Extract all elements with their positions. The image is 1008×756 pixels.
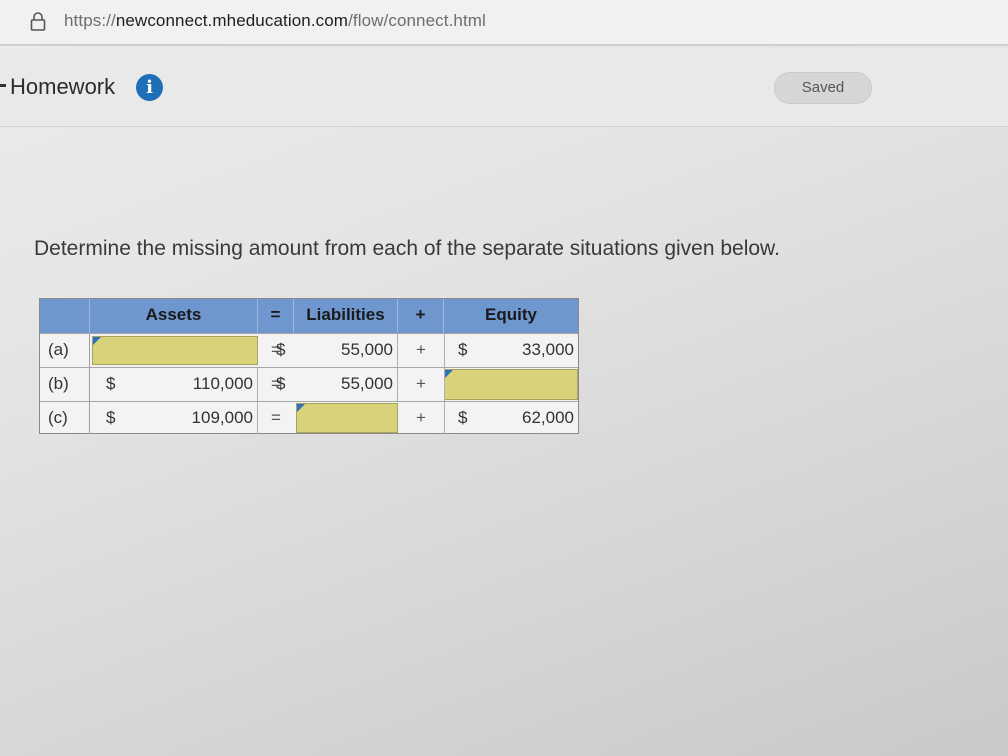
header-liabilities: Liabilities (294, 299, 398, 333)
equals-sign: = (271, 408, 281, 427)
assets-dollar: $ (106, 374, 116, 393)
back-arrow-icon[interactable] (0, 84, 6, 87)
saved-button[interactable]: Saved (774, 72, 872, 104)
assets-value-b: 110,000 (126, 368, 258, 401)
page-title: Homework (10, 74, 116, 99)
accounting-equation-table: Assets = Liabilities + Equity (a) = $ 55… (39, 298, 579, 434)
assets-value-c: 109,000 (126, 402, 258, 434)
url-scheme: https:// (64, 11, 116, 30)
header-assets: Assets (90, 299, 258, 333)
url-host: newconnect.mheducation.com (115, 11, 349, 30)
input-flag-icon (445, 370, 453, 378)
assets-input-a[interactable] (92, 336, 258, 365)
lock-icon (30, 12, 46, 31)
input-flag-icon (93, 337, 101, 345)
liabilities-value-b: 55,000 (296, 368, 398, 401)
row-label-a: (a) (40, 334, 90, 367)
equity-input-b[interactable] (444, 369, 578, 400)
assets-dollar: $ (106, 408, 116, 427)
screen: https://newconnect.mheducation.com/flow/… (0, 0, 1008, 756)
plus-sign: + (416, 340, 426, 359)
equity-dollar: $ (458, 340, 468, 359)
equity-value-a: 33,000 (522, 340, 574, 359)
column-divider (444, 333, 445, 433)
url-path: /flow/connect.html (348, 11, 486, 30)
question-prompt: Determine the missing amount from each o… (34, 237, 780, 260)
liabilities-dollar: $ (276, 374, 286, 393)
header-equals: = (258, 299, 294, 333)
equity-dollar: $ (458, 408, 468, 427)
header-blank (40, 299, 90, 333)
row-label-c: (c) (40, 402, 90, 434)
browser-url-bar[interactable]: https://newconnect.mheducation.com/flow/… (0, 0, 1008, 46)
liabilities-value-a: 55,000 (296, 334, 398, 367)
input-flag-icon (297, 404, 305, 412)
row-label-b: (b) (40, 368, 90, 401)
header-plus: + (398, 299, 444, 333)
info-icon[interactable]: i (136, 74, 163, 101)
plus-sign: + (416, 408, 426, 427)
liabilities-input-c[interactable] (296, 403, 398, 433)
url-text[interactable]: https://newconnect.mheducation.com/flow/… (64, 11, 486, 31)
equity-value-c: 62,000 (522, 408, 574, 427)
plus-sign: + (416, 374, 426, 393)
liabilities-dollar: $ (276, 340, 286, 359)
header-equity: Equity (444, 299, 578, 333)
assignment-header: Homework i Saved (0, 48, 1008, 127)
